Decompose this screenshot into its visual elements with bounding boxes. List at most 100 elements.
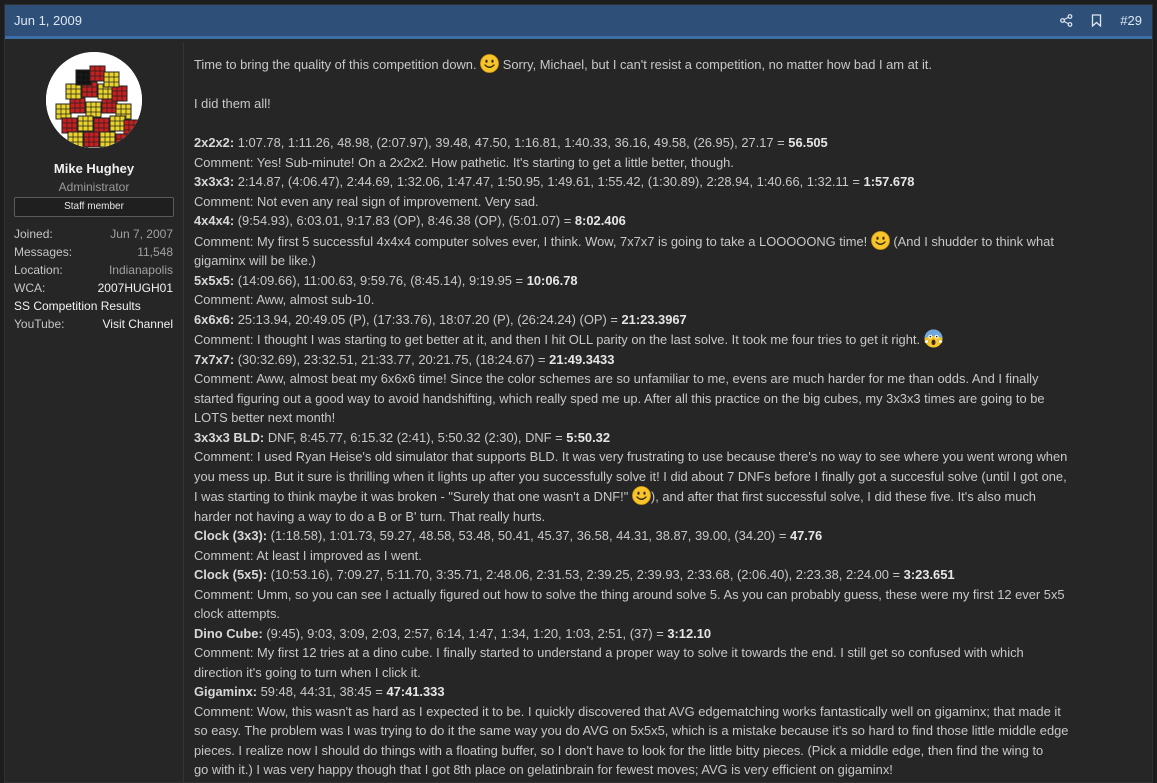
event-label: Clock (3x3): <box>194 528 268 543</box>
event-average: 8:02.406 <box>574 213 626 228</box>
scream-emoji-icon <box>924 329 943 348</box>
event-comment: Comment: Wow, this wasn't as hard as I e… <box>194 703 1061 719</box>
event-comment: Comment: I used Ryan Heise's old simulat… <box>194 449 1068 464</box>
post-number[interactable]: #29 <box>1120 13 1142 28</box>
event-times: DNF, 8:45.77, 6:15.32 (2:41), 5:50.32 (2… <box>267 429 563 445</box>
event-result-line: 6x6x6: 25:13.94, 20:49.05 (P), (17:33.76… <box>194 310 1144 330</box>
event-label: Dino Cube: <box>194 625 263 641</box>
stat-location: Location: Indianapolis <box>14 261 173 279</box>
event-comment-cont: harder not having a way to do a B or B' … <box>194 508 546 524</box>
event-label: 3x3x3: <box>194 174 235 189</box>
ss-results-link[interactable]: SS Competition Results <box>14 297 173 315</box>
staff-badge: Staff member <box>14 197 174 217</box>
stat-label: YouTube: <box>14 317 65 331</box>
event-average: 1:57.678 <box>863 174 915 189</box>
stat-value[interactable]: 11,548 <box>137 243 173 261</box>
intro-text: Time to bring the quality of this compet… <box>194 57 477 72</box>
event-result-line: 5x5x5: (14:09.66), 11:00.63, 9:59.76, (8… <box>194 271 1144 291</box>
youtube-link[interactable]: Visit Channel <box>103 315 174 333</box>
event-label: 3x3x3 BLD: <box>194 429 265 445</box>
event-comment: Comment: Yes! Sub-minute! On a 2x2x2. Ho… <box>194 154 734 170</box>
event-average: 21:23.3967 <box>621 311 687 327</box>
post-header-actions: #29 <box>1060 13 1142 28</box>
intro-line: Time to bring the quality of this compet… <box>194 54 1144 75</box>
stat-label: Messages: <box>14 245 73 259</box>
event-times: (1:18.58), 1:01.73, 59.27, 48.58, 53.48,… <box>270 528 787 543</box>
comment-text: (And I shudder to think what <box>893 233 1054 249</box>
stat-joined: Joined: Jun 7, 2007 <box>14 225 173 243</box>
event-result-line: Dino Cube: (9:45), 9:03, 3:09, 2:03, 2:5… <box>194 624 1144 644</box>
event-times: (14:09.66), 11:00.63, 9:59.76, (8:45.14)… <box>237 272 524 288</box>
post-header: Jun 1, 2009 #29 <box>5 5 1152 39</box>
event-comment-cont: started figuring out a good way to avoid… <box>194 390 1045 406</box>
event-comment-cont: gigaminx will be like.) <box>194 253 316 268</box>
share-icon[interactable] <box>1060 14 1073 27</box>
username[interactable]: Mike Hughey <box>5 161 183 176</box>
bookmark-icon[interactable] <box>1091 14 1102 27</box>
event-times: (9:54.93), 6:03.01, 9:17.83 (OP), 8:46.3… <box>237 213 572 228</box>
event-comment: Comment: Not even any real sign of impro… <box>194 193 539 209</box>
event-result-line: 3x3x3: 2:14.87, (4:06.47), 2:44.69, 1:32… <box>194 172 1144 192</box>
event-comment: Comment: At least I improved as I went. <box>194 547 422 563</box>
event-result-line: Clock (5x5): (10:53.16), 7:09.27, 5:11.7… <box>194 565 1144 585</box>
event-times: (9:45), 9:03, 3:09, 2:03, 2:57, 6:14, 1:… <box>266 625 664 641</box>
event-times: 59:48, 44:31, 38:45 = <box>260 684 383 699</box>
event-average: 10:06.78 <box>526 272 578 288</box>
event-label: 2x2x2: <box>194 135 235 150</box>
event-times: (10:53.16), 7:09.27, 5:11.70, 3:35.71, 2… <box>270 567 901 582</box>
event-comment: Comment: Umm, so you can see I actually … <box>194 586 1065 602</box>
forum-post: Jun 1, 2009 #29 Mike Hughey Administrato… <box>4 4 1153 783</box>
event-comment-cont: so easy. The problem was I was trying to… <box>194 723 1069 738</box>
smile-emoji-icon <box>480 54 500 73</box>
comment-text: I was starting to think maybe it was bro… <box>194 489 629 504</box>
event-label: 6x6x6: <box>194 311 235 327</box>
event-comment: Comment: Aww, almost sub-10. <box>194 292 375 307</box>
event-average: 56.505 <box>788 135 828 150</box>
user-avatar[interactable] <box>46 52 142 148</box>
event-comment: Comment: My first 5 successful 4x4x4 com… <box>194 230 1144 252</box>
event-result-line: Clock (3x3): (1:18.58), 1:01.73, 59.27, … <box>194 526 1144 546</box>
post-body: Time to bring the quality of this compet… <box>194 54 1144 780</box>
event-comment: Comment: Aww, almost beat my 6x6x6 time!… <box>194 371 1039 386</box>
event-comment-cont: go with it.) I was very happy though tha… <box>194 762 893 777</box>
event-label: 7x7x7: <box>194 351 235 367</box>
smile-emoji-icon <box>870 230 890 250</box>
comment-text: Comment: I thought I was starting to get… <box>194 332 921 347</box>
event-times: 2:14.87, (4:06.47), 2:44.69, 1:32.06, 1:… <box>237 174 860 189</box>
user-sidebar: Mike Hughey Administrator Staff member J… <box>5 42 184 782</box>
event-average: 47.76 <box>789 528 823 543</box>
event-result-line: 3x3x3 BLD: DNF, 8:45.77, 6:15.32 (2:41),… <box>194 428 1144 448</box>
event-label: Gigaminx: <box>194 684 258 699</box>
event-result-line: Gigaminx: 59:48, 44:31, 38:45 = 47:41.33… <box>194 682 1144 702</box>
wca-link[interactable]: 2007HUGH01 <box>98 279 173 297</box>
stat-wca: WCA: 2007HUGH01 <box>14 279 173 297</box>
event-label: 5x5x5: <box>194 272 235 288</box>
stat-value[interactable]: Indianapolis <box>109 261 173 279</box>
event-comment-cont: you mess up. But it sure is thrilling wh… <box>194 468 1067 484</box>
event-comment-cont: clock attempts. <box>194 606 280 621</box>
event-label: Clock (5x5): <box>194 567 268 582</box>
event-comment-cont: LOTS better next month! <box>194 410 336 425</box>
user-stats: Joined: Jun 7, 2007 Messages: 11,548 Loc… <box>14 225 173 333</box>
comment-text: ), and after that first successful solve… <box>650 489 1036 504</box>
event-result-line: 4x4x4: (9:54.93), 6:03.01, 9:17.83 (OP),… <box>194 211 1144 231</box>
stat-label: Location: <box>14 263 63 277</box>
event-comment-cont: direction it's going to turn when I clic… <box>194 664 421 680</box>
stat-messages: Messages: 11,548 <box>14 243 173 261</box>
stat-label: WCA: <box>14 281 46 295</box>
event-comment: Comment: I thought I was starting to get… <box>194 329 1144 350</box>
event-average: 3:12.10 <box>667 625 712 641</box>
post-date[interactable]: Jun 1, 2009 <box>14 13 82 28</box>
event-comment: Comment: My first 12 tries at a dino cub… <box>194 645 1024 660</box>
comment-text: Comment: My first 5 successful 4x4x4 com… <box>194 233 868 249</box>
event-label: 4x4x4: <box>194 213 235 228</box>
stat-label: Joined: <box>14 227 53 241</box>
event-average: 47:41.333 <box>386 684 445 699</box>
event-average: 5:50.32 <box>566 429 610 445</box>
event-average: 21:49.3433 <box>549 351 615 367</box>
intro-text: Sorry, Michael, but I can't resist a com… <box>502 57 932 72</box>
event-times: (30:32.69), 23:32.51, 21:33.77, 20:21.75… <box>237 351 546 367</box>
event-average: 3:23.651 <box>903 567 955 582</box>
user-title: Administrator <box>58 180 130 194</box>
event-comment-cont: pieces. I realize now I should do things… <box>194 742 1044 758</box>
